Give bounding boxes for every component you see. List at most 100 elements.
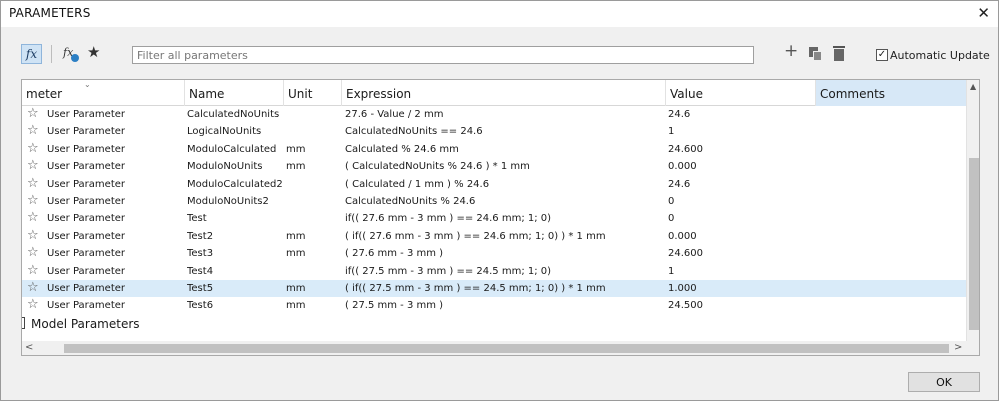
scroll-up-icon[interactable]: ▲ bbox=[970, 82, 976, 91]
scroll-left-icon[interactable]: < bbox=[25, 342, 33, 353]
table-row[interactable]: ☆ User Parameter ModuloNoUnits mm ( Calculat… bbox=[22, 158, 966, 175]
cell-parameter-type: User Parameter bbox=[47, 196, 125, 207]
cell-name: ModuloNoUnits2 bbox=[187, 196, 269, 207]
vertical-scrollbar[interactable]: ▲ bbox=[966, 80, 979, 341]
favorite-star-icon[interactable]: ☆ bbox=[27, 297, 39, 313]
favorite-star-icon[interactable]: ☆ bbox=[27, 193, 39, 209]
cell-unit bbox=[286, 176, 340, 193]
cell-expression[interactable]: ( 27.6 mm - 3 mm ) bbox=[345, 245, 665, 262]
cell-value: 24.500 bbox=[668, 300, 703, 312]
horizontal-scrollbar[interactable]: < > bbox=[22, 341, 979, 355]
horizontal-scroll-thumb[interactable] bbox=[64, 344, 949, 353]
column-header-expression[interactable]: Expression bbox=[342, 80, 666, 106]
column-header-unit[interactable]: Unit bbox=[284, 80, 342, 106]
table-row[interactable]: ☆ User Parameter ModuloCalculated2 ( Calcul… bbox=[22, 176, 966, 193]
group-collapse-icon[interactable] bbox=[22, 317, 25, 329]
cell-value: 1.000 bbox=[668, 283, 697, 294]
favorite-star-icon[interactable]: ☆ bbox=[27, 280, 39, 296]
cell-value: 0.000 bbox=[668, 230, 697, 242]
dialog-title: PARAMETERS bbox=[9, 6, 91, 20]
cell-expression[interactable]: ( CalculatedNoUnits % 24.6 ) * 1 mm bbox=[345, 158, 665, 175]
favorites-filter-icon[interactable]: ★ bbox=[87, 43, 100, 61]
group-label: Model Parameters bbox=[31, 317, 140, 331]
fx-all-parameters-icon[interactable]: fx bbox=[21, 44, 42, 64]
favorite-star-icon[interactable]: ☆ bbox=[27, 210, 39, 226]
scroll-right-icon[interactable]: > bbox=[954, 342, 962, 353]
delete-parameter-icon[interactable] bbox=[833, 46, 845, 61]
favorite-star-icon[interactable]: ☆ bbox=[27, 123, 39, 139]
cell-unit bbox=[286, 210, 340, 227]
favorite-star-icon[interactable]: ☆ bbox=[27, 141, 39, 157]
cell-parameter-type: User Parameter bbox=[47, 283, 125, 294]
cell-unit bbox=[286, 193, 340, 210]
table-row[interactable]: ☆ User Parameter CalculatedNoUnits 27.6 - V… bbox=[22, 106, 966, 123]
cell-value: 24.600 bbox=[668, 248, 703, 260]
automatic-update-checkbox[interactable]: ✓ bbox=[876, 49, 888, 61]
table-row[interactable]: ☆ User Parameter ModuloCalculated mm Calcula… bbox=[22, 141, 966, 158]
cell-unit: mm bbox=[286, 161, 306, 173]
table-row[interactable]: ☆ User Parameter ModuloNoUnits2 CalculatedN… bbox=[22, 193, 966, 210]
cell-unit: mm bbox=[286, 300, 306, 312]
cell-expression[interactable]: 27.6 - Value / 2 mm bbox=[345, 106, 665, 123]
cell-value: 0 bbox=[668, 196, 675, 207]
favorite-star-icon[interactable]: ☆ bbox=[27, 158, 39, 174]
cell-name: Test3 bbox=[187, 248, 214, 260]
automatic-update-label: Automatic Update bbox=[890, 48, 990, 62]
table-row[interactable]: ☆ User Parameter Test3 mm ( 27.6 mm - 3 mm )… bbox=[22, 245, 966, 262]
cell-expression[interactable]: if(( 27.6 mm - 3 mm ) == 24.6 mm; 1; 0) bbox=[345, 210, 665, 227]
cell-parameter-type: User Parameter bbox=[47, 213, 125, 225]
cell-unit bbox=[286, 263, 340, 280]
cell-expression[interactable]: if(( 27.5 mm - 3 mm ) == 24.5 mm; 1; 0) bbox=[345, 263, 665, 280]
column-header-value[interactable]: Value bbox=[666, 80, 816, 106]
user-parameters-filter-icon[interactable]: fx bbox=[63, 46, 81, 64]
column-header-parameter[interactable]: meter bbox=[22, 80, 185, 106]
parameters-dialog: PARAMETERS ✕ fx fx ★ + ✓ Automatic Updat… bbox=[0, 0, 999, 401]
table-row[interactable]: ☆ User Parameter Test4 if(( 27.5 mm - 3 mm … bbox=[22, 263, 966, 280]
cell-parameter-type: User Parameter bbox=[47, 143, 125, 155]
copy-front-sheet bbox=[813, 51, 822, 61]
model-parameters-group[interactable]: Model Parameters bbox=[22, 315, 966, 333]
favorite-star-icon[interactable]: ☆ bbox=[27, 263, 39, 279]
table-row[interactable]: ☆ User Parameter Test2 mm ( if(( 27.6 mm - 3… bbox=[22, 228, 966, 245]
cell-expression[interactable]: Calculated % 24.6 mm bbox=[345, 141, 665, 158]
cell-name: Test4 bbox=[187, 265, 214, 277]
add-parameter-icon[interactable]: + bbox=[784, 41, 798, 61]
cell-unit: mm bbox=[286, 248, 306, 260]
filter-input[interactable] bbox=[132, 46, 754, 64]
cell-expression[interactable]: ( Calculated / 1 mm ) % 24.6 bbox=[345, 176, 665, 193]
cell-parameter-type: User Parameter bbox=[47, 126, 125, 138]
table-row[interactable]: ☆ User Parameter LogicalNoUnits CalculatedN… bbox=[22, 123, 966, 140]
table-row[interactable]: ☆ User Parameter Test if(( 27.6 mm - 3 mm )… bbox=[22, 210, 966, 227]
cell-expression[interactable]: CalculatedNoUnits % 24.6 bbox=[345, 193, 665, 210]
column-header-comments[interactable]: Comments bbox=[816, 80, 966, 106]
cell-name: Test6 bbox=[187, 300, 214, 312]
cell-name: ModuloNoUnits bbox=[187, 161, 263, 173]
cell-name: LogicalNoUnits bbox=[187, 126, 262, 138]
close-icon[interactable]: ✕ bbox=[977, 4, 990, 22]
cell-unit: mm bbox=[286, 283, 306, 294]
table-row[interactable]: ☆ User Parameter Test5 mm ( if(( 27.5 mm - 3… bbox=[22, 280, 966, 298]
cell-value: 1 bbox=[668, 265, 675, 277]
cell-value: 24.6 bbox=[668, 109, 691, 120]
favorite-star-icon[interactable]: ☆ bbox=[27, 228, 39, 244]
cell-expression[interactable]: ( 27.5 mm - 3 mm ) bbox=[345, 297, 665, 314]
cell-name: Test2 bbox=[187, 230, 214, 242]
table-row[interactable]: ☆ User Parameter Test6 mm ( 27.5 mm - 3 mm )… bbox=[22, 297, 966, 314]
favorite-star-icon[interactable]: ☆ bbox=[27, 106, 39, 122]
ok-button[interactable]: OK bbox=[908, 372, 980, 392]
cell-name: CalculatedNoUnits bbox=[187, 109, 280, 120]
vertical-scroll-thumb[interactable] bbox=[969, 158, 979, 330]
sort-caret-icon: ⌄ bbox=[84, 80, 91, 89]
cell-name: ModuloCalculated bbox=[187, 143, 277, 155]
cell-expression[interactable]: ( if(( 27.6 mm - 3 mm ) == 24.6 mm; 1; 0… bbox=[345, 228, 665, 245]
cell-expression[interactable]: ( if(( 27.5 mm - 3 mm ) == 24.5 mm; 1; 0… bbox=[345, 280, 665, 297]
cell-value: 24.6 bbox=[668, 178, 691, 190]
copy-parameter-icon[interactable] bbox=[809, 47, 823, 61]
automatic-update-toggle[interactable]: ✓ Automatic Update bbox=[876, 47, 990, 63]
favorite-star-icon[interactable]: ☆ bbox=[27, 176, 39, 192]
cell-value: 0.000 bbox=[668, 161, 697, 173]
cell-expression[interactable]: CalculatedNoUnits == 24.6 bbox=[345, 123, 665, 140]
favorite-star-icon[interactable]: ☆ bbox=[27, 245, 39, 261]
cell-name: Test5 bbox=[187, 283, 214, 294]
column-header-name[interactable]: Name bbox=[185, 80, 284, 106]
